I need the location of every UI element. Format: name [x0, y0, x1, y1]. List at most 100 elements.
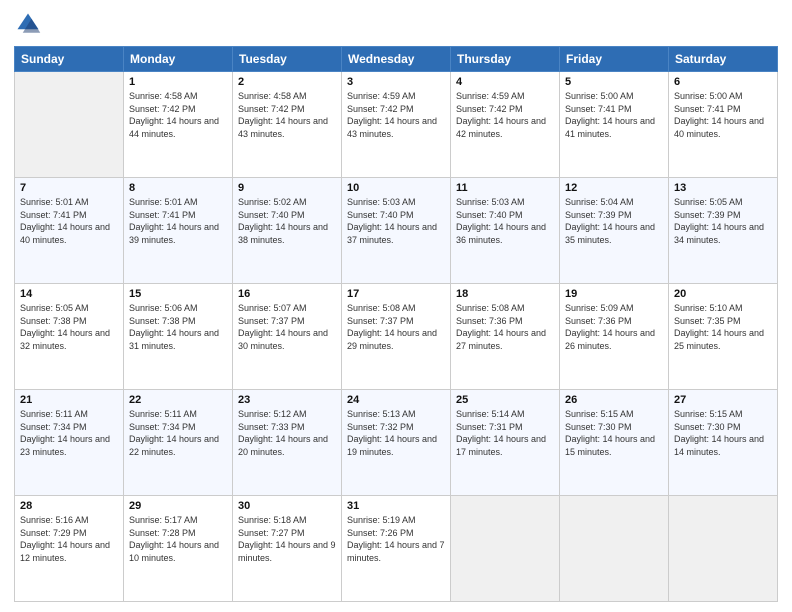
day-header-tuesday: Tuesday — [233, 47, 342, 72]
day-info: Sunrise: 5:03 AMSunset: 7:40 PMDaylight:… — [347, 196, 445, 246]
day-header-saturday: Saturday — [669, 47, 778, 72]
calendar-cell: 4 Sunrise: 4:59 AMSunset: 7:42 PMDaylight… — [451, 72, 560, 178]
day-info: Sunrise: 5:15 AMSunset: 7:30 PMDaylight:… — [674, 408, 772, 458]
logo-icon — [14, 10, 42, 38]
day-info: Sunrise: 5:11 AMSunset: 7:34 PMDaylight:… — [20, 408, 118, 458]
week-row-3: 14 Sunrise: 5:05 AMSunset: 7:38 PMDayligh… — [15, 284, 778, 390]
calendar-cell: 27 Sunrise: 5:15 AMSunset: 7:30 PMDayligh… — [669, 390, 778, 496]
day-info: Sunrise: 5:00 AMSunset: 7:41 PMDaylight:… — [565, 90, 663, 140]
day-info: Sunrise: 5:10 AMSunset: 7:35 PMDaylight:… — [674, 302, 772, 352]
header — [14, 10, 778, 38]
calendar-cell: 8 Sunrise: 5:01 AMSunset: 7:41 PMDaylight… — [124, 178, 233, 284]
week-row-1: 1 Sunrise: 4:58 AMSunset: 7:42 PMDaylight… — [15, 72, 778, 178]
calendar-cell: 17 Sunrise: 5:08 AMSunset: 7:37 PMDayligh… — [342, 284, 451, 390]
calendar-cell: 25 Sunrise: 5:14 AMSunset: 7:31 PMDayligh… — [451, 390, 560, 496]
week-row-5: 28 Sunrise: 5:16 AMSunset: 7:29 PMDayligh… — [15, 496, 778, 602]
day-number: 11 — [456, 182, 554, 194]
day-info: Sunrise: 5:12 AMSunset: 7:33 PMDaylight:… — [238, 408, 336, 458]
calendar-table: SundayMondayTuesdayWednesdayThursdayFrid… — [14, 46, 778, 602]
day-number: 29 — [129, 500, 227, 512]
day-info: Sunrise: 5:00 AMSunset: 7:41 PMDaylight:… — [674, 90, 772, 140]
day-number: 31 — [347, 500, 445, 512]
day-info: Sunrise: 5:19 AMSunset: 7:26 PMDaylight:… — [347, 514, 445, 564]
day-info: Sunrise: 5:05 AMSunset: 7:38 PMDaylight:… — [20, 302, 118, 352]
day-number: 30 — [238, 500, 336, 512]
day-number: 4 — [456, 76, 554, 88]
day-info: Sunrise: 5:04 AMSunset: 7:39 PMDaylight:… — [565, 196, 663, 246]
day-number: 18 — [456, 288, 554, 300]
calendar-cell: 19 Sunrise: 5:09 AMSunset: 7:36 PMDayligh… — [560, 284, 669, 390]
day-info: Sunrise: 5:11 AMSunset: 7:34 PMDaylight:… — [129, 408, 227, 458]
day-number: 26 — [565, 394, 663, 406]
day-info: Sunrise: 4:59 AMSunset: 7:42 PMDaylight:… — [347, 90, 445, 140]
day-header-friday: Friday — [560, 47, 669, 72]
day-number: 24 — [347, 394, 445, 406]
calendar-cell: 26Sunrise: 5:15 AMSunset: 7:30 PMDayligh… — [560, 390, 669, 496]
calendar-cell: 10 Sunrise: 5:03 AMSunset: 7:40 PMDayligh… — [342, 178, 451, 284]
calendar-cell: 31 Sunrise: 5:19 AMSunset: 7:26 PMDayligh… — [342, 496, 451, 602]
day-number: 9 — [238, 182, 336, 194]
calendar-cell: 14 Sunrise: 5:05 AMSunset: 7:38 PMDayligh… — [15, 284, 124, 390]
calendar-cell: 3 Sunrise: 4:59 AMSunset: 7:42 PMDaylight… — [342, 72, 451, 178]
day-number: 13 — [674, 182, 772, 194]
calendar-cell: 21 Sunrise: 5:11 AMSunset: 7:34 PMDayligh… — [15, 390, 124, 496]
day-info: Sunrise: 5:08 AMSunset: 7:36 PMDaylight:… — [456, 302, 554, 352]
day-number: 16 — [238, 288, 336, 300]
day-header-wednesday: Wednesday — [342, 47, 451, 72]
day-header-monday: Monday — [124, 47, 233, 72]
day-number: 21 — [20, 394, 118, 406]
calendar-cell: 5 Sunrise: 5:00 AMSunset: 7:41 PMDaylight… — [560, 72, 669, 178]
day-info: Sunrise: 5:01 AMSunset: 7:41 PMDaylight:… — [20, 196, 118, 246]
day-info: Sunrise: 5:07 AMSunset: 7:37 PMDaylight:… — [238, 302, 336, 352]
day-info: Sunrise: 5:16 AMSunset: 7:29 PMDaylight:… — [20, 514, 118, 564]
day-number: 3 — [347, 76, 445, 88]
day-number: 5 — [565, 76, 663, 88]
day-info: Sunrise: 5:03 AMSunset: 7:40 PMDaylight:… — [456, 196, 554, 246]
calendar-cell: 24Sunrise: 5:13 AMSunset: 7:32 PMDayligh… — [342, 390, 451, 496]
week-row-2: 7Sunrise: 5:01 AMSunset: 7:41 PMDaylight… — [15, 178, 778, 284]
day-number: 2 — [238, 76, 336, 88]
day-info: Sunrise: 4:58 AMSunset: 7:42 PMDaylight:… — [129, 90, 227, 140]
calendar-body: 1 Sunrise: 4:58 AMSunset: 7:42 PMDaylight… — [15, 72, 778, 602]
day-info: Sunrise: 5:08 AMSunset: 7:37 PMDaylight:… — [347, 302, 445, 352]
calendar-cell: 28 Sunrise: 5:16 AMSunset: 7:29 PMDayligh… — [15, 496, 124, 602]
day-number: 19 — [565, 288, 663, 300]
calendar-cell: 30Sunrise: 5:18 AMSunset: 7:27 PMDayligh… — [233, 496, 342, 602]
header-row: SundayMondayTuesdayWednesdayThursdayFrid… — [15, 47, 778, 72]
day-number: 8 — [129, 182, 227, 194]
day-info: Sunrise: 5:02 AMSunset: 7:40 PMDaylight:… — [238, 196, 336, 246]
day-number: 1 — [129, 76, 227, 88]
day-info: Sunrise: 5:09 AMSunset: 7:36 PMDaylight:… — [565, 302, 663, 352]
calendar-cell: 29 Sunrise: 5:17 AMSunset: 7:28 PMDayligh… — [124, 496, 233, 602]
day-number: 12 — [565, 182, 663, 194]
calendar-cell: 22 Sunrise: 5:11 AMSunset: 7:34 PMDayligh… — [124, 390, 233, 496]
day-info: Sunrise: 5:06 AMSunset: 7:38 PMDaylight:… — [129, 302, 227, 352]
calendar-cell: 12 Sunrise: 5:04 AMSunset: 7:39 PMDayligh… — [560, 178, 669, 284]
day-header-sunday: Sunday — [15, 47, 124, 72]
day-info: Sunrise: 5:17 AMSunset: 7:28 PMDaylight:… — [129, 514, 227, 564]
page: SundayMondayTuesdayWednesdayThursdayFrid… — [0, 0, 792, 612]
calendar-cell: 16 Sunrise: 5:07 AMSunset: 7:37 PMDayligh… — [233, 284, 342, 390]
day-info: Sunrise: 5:01 AMSunset: 7:41 PMDaylight:… — [129, 196, 227, 246]
day-info: Sunrise: 4:59 AMSunset: 7:42 PMDaylight:… — [456, 90, 554, 140]
calendar-cell: 11 Sunrise: 5:03 AMSunset: 7:40 PMDayligh… — [451, 178, 560, 284]
calendar-cell — [560, 496, 669, 602]
calendar-cell — [451, 496, 560, 602]
day-number: 28 — [20, 500, 118, 512]
day-number: 27 — [674, 394, 772, 406]
day-info: Sunrise: 5:14 AMSunset: 7:31 PMDaylight:… — [456, 408, 554, 458]
day-number: 17 — [347, 288, 445, 300]
calendar-cell — [669, 496, 778, 602]
day-number: 25 — [456, 394, 554, 406]
calendar-cell: 20Sunrise: 5:10 AMSunset: 7:35 PMDayligh… — [669, 284, 778, 390]
day-info: Sunrise: 5:05 AMSunset: 7:39 PMDaylight:… — [674, 196, 772, 246]
calendar-cell: 7Sunrise: 5:01 AMSunset: 7:41 PMDaylight… — [15, 178, 124, 284]
logo — [14, 10, 46, 38]
day-number: 14 — [20, 288, 118, 300]
calendar-cell: 2Sunrise: 4:58 AMSunset: 7:42 PMDaylight… — [233, 72, 342, 178]
day-number: 10 — [347, 182, 445, 194]
day-number: 22 — [129, 394, 227, 406]
day-header-thursday: Thursday — [451, 47, 560, 72]
calendar-cell: 23Sunrise: 5:12 AMSunset: 7:33 PMDayligh… — [233, 390, 342, 496]
calendar-cell: 15Sunrise: 5:06 AMSunset: 7:38 PMDayligh… — [124, 284, 233, 390]
